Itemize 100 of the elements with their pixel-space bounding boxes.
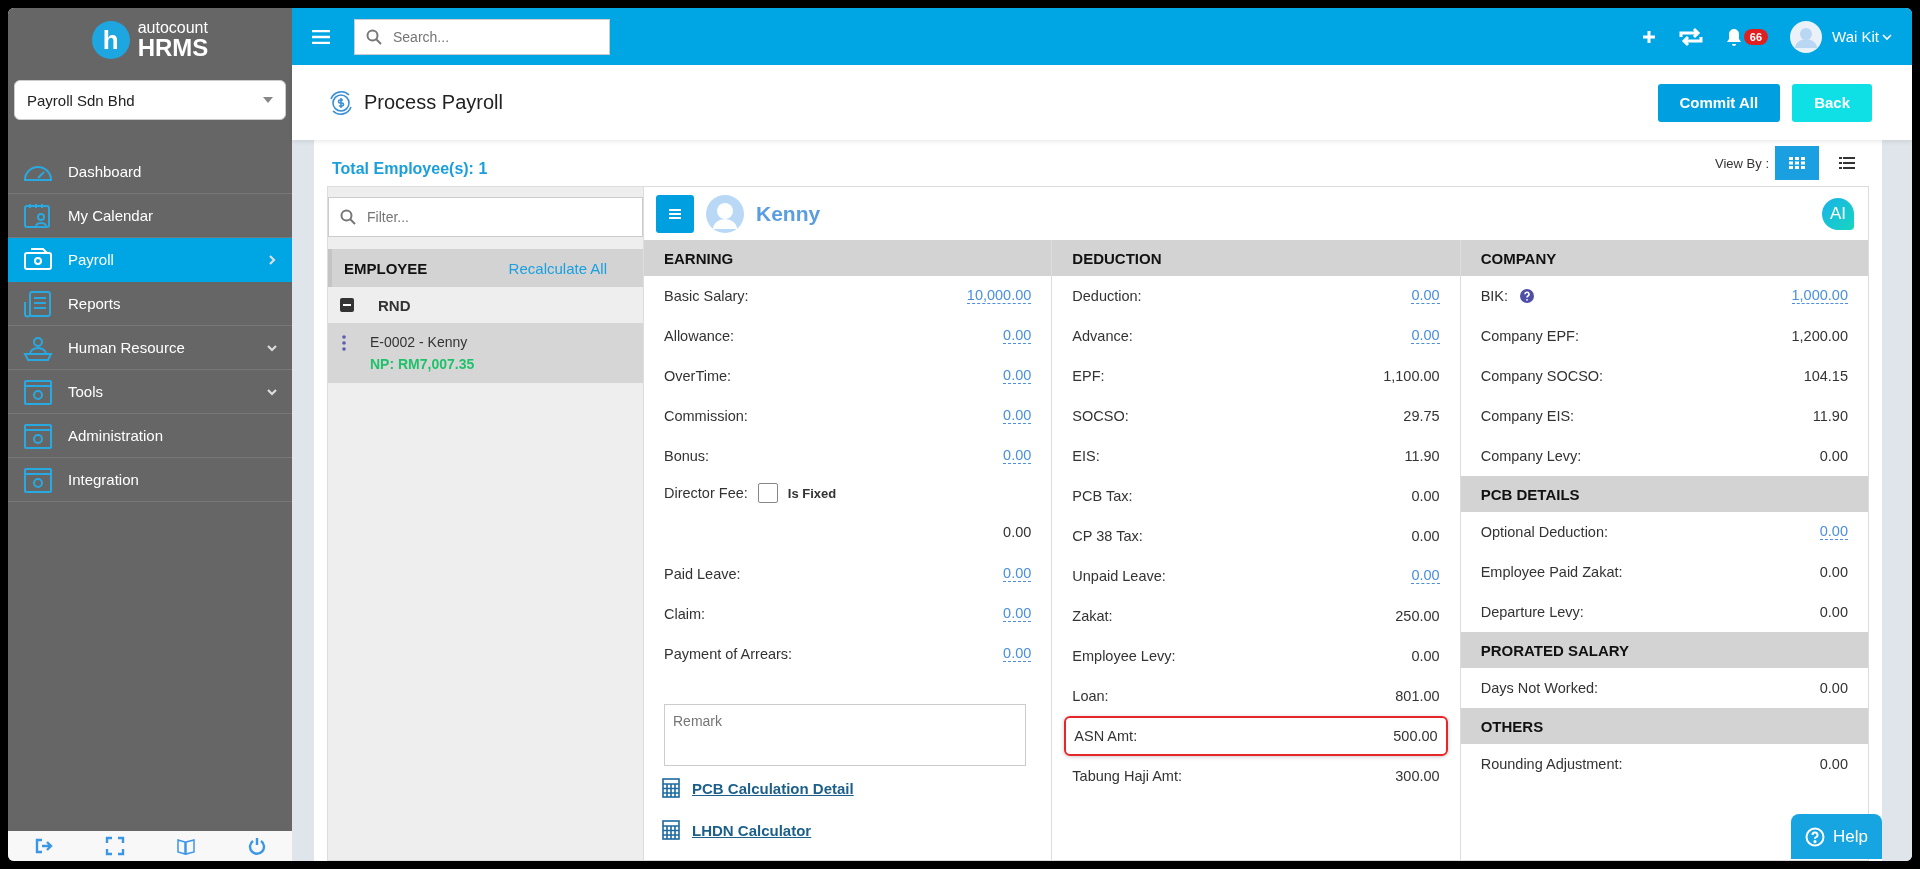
field-label: Allowance:	[664, 328, 735, 344]
field-label: Bonus:	[664, 448, 710, 464]
commit-button[interactable]: Commit All	[1657, 83, 1781, 122]
amount-value: 0.00	[1411, 488, 1440, 504]
amount-link[interactable]: 0.00	[1411, 567, 1440, 585]
amount-link[interactable]: 0.00	[1003, 645, 1032, 663]
field-label: Commission:	[664, 408, 748, 424]
grid-icon	[1789, 157, 1805, 169]
field-label: Paid Leave:	[664, 566, 741, 582]
list-icon	[1839, 157, 1855, 169]
search-field[interactable]: Search...	[354, 18, 610, 55]
section-header: OTHERS	[1460, 708, 1868, 744]
field-label: Optional Deduction:	[1480, 524, 1608, 540]
search-icon	[366, 28, 382, 45]
checkbox[interactable]	[757, 483, 778, 503]
field-label: Basic Salary:	[664, 288, 749, 304]
checkbox-label: Is Fixed	[787, 485, 837, 501]
amount-link[interactable]: 0.00	[1003, 447, 1032, 465]
gear-window-icon	[22, 465, 54, 494]
filter-field[interactable]: Filter...	[328, 197, 643, 237]
amount-value: 801.00	[1395, 688, 1440, 704]
amount-link[interactable]: 0.00	[1819, 523, 1848, 541]
company-select[interactable]: Payroll Sdn Bhd	[14, 80, 286, 120]
bell-icon[interactable]	[1725, 27, 1742, 46]
sidebar-item[interactable]: Administration	[8, 414, 292, 458]
field-label: Company SOCSO:	[1480, 368, 1604, 384]
menu-icon	[669, 208, 681, 219]
amount-link[interactable]: 0.00	[1003, 327, 1032, 345]
brand-name: autocount	[137, 20, 209, 36]
amount-link[interactable]: 0.00	[1003, 367, 1032, 385]
help-icon[interactable]	[1520, 289, 1535, 303]
ai-assistant-button[interactable]: AI	[1822, 197, 1854, 230]
amount-link[interactable]: 10,000.00	[966, 287, 1032, 305]
amount-link[interactable]: 0.00	[1003, 605, 1032, 623]
sidebar-item[interactable]: Tools	[8, 370, 292, 414]
sidebar-item[interactable]: Reports	[8, 282, 292, 326]
menu-icon[interactable]	[312, 29, 330, 44]
sync-icon[interactable]	[1677, 25, 1704, 48]
avatar-icon[interactable]	[1790, 20, 1823, 53]
calculation-link[interactable]: LHDN Calculator	[692, 821, 812, 839]
amount-link[interactable]: 1,000.00	[1791, 287, 1848, 305]
amount-value: 0.00	[1411, 528, 1440, 544]
amount-value: 11.90	[1812, 408, 1848, 424]
field-label: Tabung Haji Amt:	[1072, 768, 1182, 784]
sidebar-item[interactable]: Dashboard	[8, 150, 292, 194]
remark-field[interactable]: Remark	[664, 704, 1026, 766]
field-label: Advance:	[1072, 328, 1133, 344]
amount-value: 11.90	[1404, 448, 1440, 464]
logout-icon[interactable]	[33, 836, 54, 856]
section-header: EARNING	[644, 240, 1052, 276]
calculation-link[interactable]: PCB Calculation Detail	[692, 779, 854, 797]
field-label: Loan:	[1072, 688, 1109, 704]
amount-link[interactable]: 0.00	[1411, 327, 1440, 345]
view-by-label: View By :	[1715, 155, 1769, 171]
fullscreen-icon[interactable]	[104, 836, 125, 856]
amount-value: 1,200.00	[1791, 328, 1848, 344]
document-icon	[22, 289, 54, 318]
field-label: Deduction:	[1072, 288, 1142, 304]
field-label: ASN Amt:	[1074, 728, 1138, 744]
field-label: Employee Paid Zakat:	[1480, 564, 1623, 580]
help-button[interactable]: Help	[1791, 814, 1882, 859]
calculator-icon	[662, 820, 680, 840]
section-header: PRORATED SALARY	[1460, 632, 1868, 668]
page-title: Process Payroll	[364, 91, 503, 114]
recalculate-link[interactable]: Recalculate All	[508, 259, 607, 277]
field-label: Payment of Arrears:	[664, 646, 793, 662]
amount-value: 250.00	[1395, 608, 1440, 624]
column-heading: EMPLOYEE	[344, 259, 428, 277]
menu-button[interactable]	[656, 194, 694, 233]
field-label: Director Fee:	[664, 485, 748, 501]
section-header: COMPANY	[1460, 240, 1868, 276]
logo-badge: h	[91, 21, 130, 59]
power-icon[interactable]	[246, 836, 267, 856]
calculator-icon	[662, 778, 680, 798]
employee-total: Total Employee(s): 1	[331, 159, 488, 178]
field-label: Rounding Adjustment:	[1480, 756, 1623, 772]
user-menu[interactable]: Wai Kit	[1832, 28, 1892, 45]
amount-link[interactable]: 0.00	[1003, 565, 1032, 583]
amount-value: 500.00	[1393, 728, 1438, 744]
amount-value: 0.00	[1819, 680, 1848, 696]
field-label: Company EIS:	[1480, 408, 1575, 424]
grid-view-button[interactable]	[1775, 146, 1819, 180]
employee-item[interactable]: E-0002 - Kenny NP: RM7,007.35	[328, 323, 643, 383]
amount-value: 0.00	[1411, 648, 1440, 664]
collapse-icon[interactable]	[340, 298, 354, 312]
amount-link[interactable]: 0.00	[1003, 407, 1032, 425]
plus-icon[interactable]	[1641, 29, 1656, 44]
sidebar-item[interactable]: Payroll	[8, 238, 292, 282]
field-label: Days Not Worked:	[1480, 680, 1599, 696]
amount-link[interactable]: 0.00	[1411, 287, 1440, 305]
field-label: Claim:	[664, 606, 706, 622]
section-header: PCB DETAILS	[1460, 476, 1868, 512]
field-label: Company EPF:	[1480, 328, 1579, 344]
sidebar-item[interactable]: Human Resource	[8, 326, 292, 370]
field-label: Departure Levy:	[1480, 604, 1584, 620]
search-icon	[340, 209, 356, 225]
sidebar-item[interactable]: Integration	[8, 458, 292, 502]
field-label: BIK:	[1480, 288, 1509, 304]
field-label: Zakat:	[1072, 608, 1113, 624]
amount-value: 1,100.00	[1383, 368, 1440, 384]
